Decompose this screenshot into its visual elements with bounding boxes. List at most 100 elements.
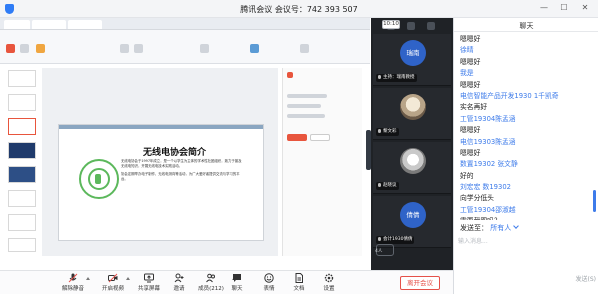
slide-thumbnail[interactable] [8,70,36,87]
chat-message-text: 嗯嗯好 [460,57,481,66]
chat-sender-name[interactable]: 数置19302 张文静 [460,159,592,170]
share-screen-button[interactable]: 共享屏幕 [134,273,164,294]
chat-sender-name[interactable]: 电信智能产品开发1930 1千凯奇 [460,91,592,102]
video-panel: 瑞南 主持：瑞南教授 黎文彩 赵晓议 倩倩 会计1930倩倩 4人 [371,18,453,270]
slide: 无线电协会简介 无线电协会于1997年成立，是一个以学生为主体的学术性社团组织，… [58,124,264,241]
people-count: 4人 [375,249,383,254]
members-icon [206,273,215,283]
emoji-button[interactable]: 表情 [254,273,284,294]
paste-icon [6,44,15,53]
chat-sender-name[interactable]: 徐晴 [460,45,592,56]
format-icon [20,44,29,53]
participant-name: 会计1930倩倩 [376,236,415,244]
slide-thumbnail[interactable] [8,214,36,231]
chat-icon [233,274,241,282]
participant-name-text: 赵晓议 [383,183,397,188]
close-icon[interactable]: ✕ [579,3,591,12]
mic-icon [378,74,381,79]
unmute-label: 解除静音 [61,286,84,292]
document-button[interactable]: 文档 [284,273,314,294]
slide-thumbnail[interactable] [8,94,36,111]
new-slide-icon [36,44,45,53]
microphone-icon [68,273,78,283]
participant-name: 主持：瑞南教授 [376,74,417,82]
slide-header-bar [59,125,263,129]
panel-option[interactable] [287,114,325,118]
chat-scrollbar[interactable] [593,190,596,212]
slide-body: 无线电协会于1997年成立，是一个以学生为主体的学术性社团组织，致力于普及无线电… [121,159,243,185]
mic-icon [378,128,381,133]
minimize-icon[interactable]: — [538,3,550,12]
slide-paragraph: 无线电协会于1997年成立，是一个以学生为主体的学术性社团组织，致力于普及无线电… [121,159,242,168]
emoji-label: 表情 [263,286,275,292]
title-bar: 腾讯会议 会议号：742 393 507 — ☐ ✕ [0,0,598,18]
chat-sender-name[interactable]: 电信19303陈孟涵 [460,137,592,148]
panel-option[interactable] [287,94,327,98]
fullscreen-icon[interactable] [427,22,435,30]
chat-header: 聊天 [454,18,598,32]
invite-label: 邀请 [173,286,185,292]
chat-message-text: 向学分低头 [460,194,494,203]
send-button[interactable]: 发送(S) [562,274,597,286]
participant-tile[interactable]: 瑞南 主持：瑞南教授 [373,34,451,86]
chat-message-text: 嗯嗯好 [460,35,481,43]
font-icon [120,44,129,53]
share-screen-label: 共享屏幕 [137,286,160,292]
wps-ribbon [0,30,370,64]
leave-meeting-button[interactable]: 离开会议 [400,276,440,290]
unmute-button[interactable]: 解除静音 [58,273,88,294]
chat-message-text: 需要截图吗？ [460,216,592,220]
start-video-label: 开启视频 [101,286,124,292]
chat-message-text: 嗯嗯好 [460,126,481,135]
send-target-select[interactable]: 所有人 [490,224,511,232]
slide-thumbnail[interactable] [8,166,36,183]
slide-thumbnail-selected[interactable] [8,118,36,135]
chat-sender-name[interactable]: 工管19304陈孟涵 [460,114,592,125]
chat-title: 聊天 [519,22,534,30]
chat-panel: 10:10 聊天 嗯嗯好 徐晴 嗯嗯好 我是 嗯嗯好 电信智能产品开发1930 1千凯奇实… [382,18,598,294]
participant-name-text: 主持：瑞南教授 [383,75,415,80]
chat-input[interactable] [458,234,594,248]
panel-confirm-button[interactable] [287,134,307,141]
slide-thumbnails [4,68,40,256]
document-icon [295,273,303,283]
slide-paragraph: 协会定期举办电子制作、无线电测向等活动，为广大爱好者提供交流与学习的平台。 [121,172,240,181]
settings-button[interactable]: 设置 [314,273,344,294]
start-video-button[interactable]: 开启视频 [98,273,128,294]
chevron-up-icon[interactable] [86,277,90,280]
participant-tile[interactable]: 赵晓议 [373,142,451,194]
invite-button[interactable]: 邀请 [164,273,194,294]
clock: 10:10 [382,20,400,29]
shape-icon [250,44,259,53]
logo-antenna [95,174,101,184]
camera-icon [108,273,118,283]
slide-thumbnail[interactable] [8,142,36,159]
participant-tile[interactable]: 黎文彩 [373,88,451,140]
slide-thumbnail[interactable] [8,238,36,252]
slide-canvas: 无线电协会简介 无线电协会于1997年成立，是一个以学生为主体的学术性社团组织，… [42,68,278,256]
participant-tile[interactable]: 倩倩 会计1930倩倩 [373,196,451,248]
shared-screen: 无线电协会简介 无线电协会于1997年成立，是一个以学生为主体的学术性社团组织，… [0,18,371,258]
maximize-icon[interactable]: ☐ [558,3,570,12]
chevron-down-icon[interactable] [513,223,520,229]
grid-view-icon[interactable] [407,22,415,30]
invite-icon [174,273,184,283]
chat-message-text: 嗯嗯好 [460,80,481,89]
chat-button[interactable]: 聊天 [222,273,252,294]
chevron-up-icon[interactable] [126,277,130,280]
settings-label: 设置 [323,286,335,292]
mic-icon [378,182,381,187]
mic-icon [378,236,381,241]
slide-thumbnail[interactable] [8,190,36,207]
panel-cancel-button[interactable] [310,134,330,141]
chat-sender-name[interactable]: 工管19304邵淑越 [460,205,592,216]
participant-name: 黎文彩 [376,128,399,136]
chat-message-text: 好的 [460,171,474,180]
emoji-icon [264,273,274,283]
meeting-title: 腾讯会议 会议号：742 393 507 [240,5,358,14]
panel-option[interactable] [287,104,321,108]
association-logo [79,159,119,199]
chat-sender-name[interactable]: 我是 [460,68,592,79]
chat-sender-name[interactable]: 刘宏宏 数19302 [460,182,592,193]
panel-icon [287,72,293,78]
